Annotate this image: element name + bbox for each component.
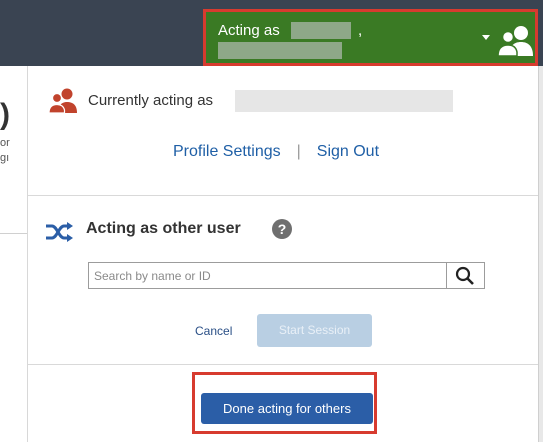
section-divider: [28, 195, 538, 196]
background-page-right: [538, 66, 543, 442]
cancel-button[interactable]: Cancel: [195, 324, 232, 338]
user-search: [88, 262, 485, 289]
help-icon[interactable]: ?: [272, 219, 292, 239]
acting-as-label: Acting as: [218, 22, 280, 39]
caret-down-icon[interactable]: [482, 35, 490, 40]
user-search-input[interactable]: [89, 263, 446, 288]
shuffle-icon: [46, 222, 73, 242]
background-fragment-line: gı: [0, 152, 10, 164]
profile-settings-link[interactable]: Profile Settings: [173, 143, 281, 160]
section-divider: [28, 364, 538, 365]
search-button[interactable]: [446, 263, 484, 288]
acting-as-dropdown-panel: Currently acting as Profile Settings | Sig…: [28, 66, 538, 442]
acting-other-user-title: Acting as other user: [86, 220, 241, 237]
background-fragment: ): [0, 98, 10, 131]
redacted-user-detail: [218, 42, 342, 59]
currently-acting-label: Currently acting as: [88, 92, 214, 109]
search-icon: [455, 266, 474, 285]
redacted-user-name: [291, 22, 351, 39]
background-page-left: ) or gı: [0, 66, 28, 442]
redacted-current-user: [235, 90, 453, 112]
users-icon: [48, 88, 77, 114]
background-fragment-line: or: [0, 137, 10, 149]
link-separator: |: [296, 143, 301, 160]
start-session-button[interactable]: Start Session: [257, 314, 372, 347]
acting-as-comma: ,: [358, 22, 363, 39]
profile-links: Profile Settings | Sign Out: [173, 143, 379, 161]
sign-out-link[interactable]: Sign Out: [317, 143, 379, 160]
done-acting-button[interactable]: Done acting for others: [201, 393, 373, 424]
background-text-fragment: or gı: [0, 136, 10, 166]
acting-as-menu-toggle[interactable]: Acting as ,: [203, 9, 538, 66]
background-divider: [0, 233, 27, 234]
users-icon: [497, 26, 533, 57]
